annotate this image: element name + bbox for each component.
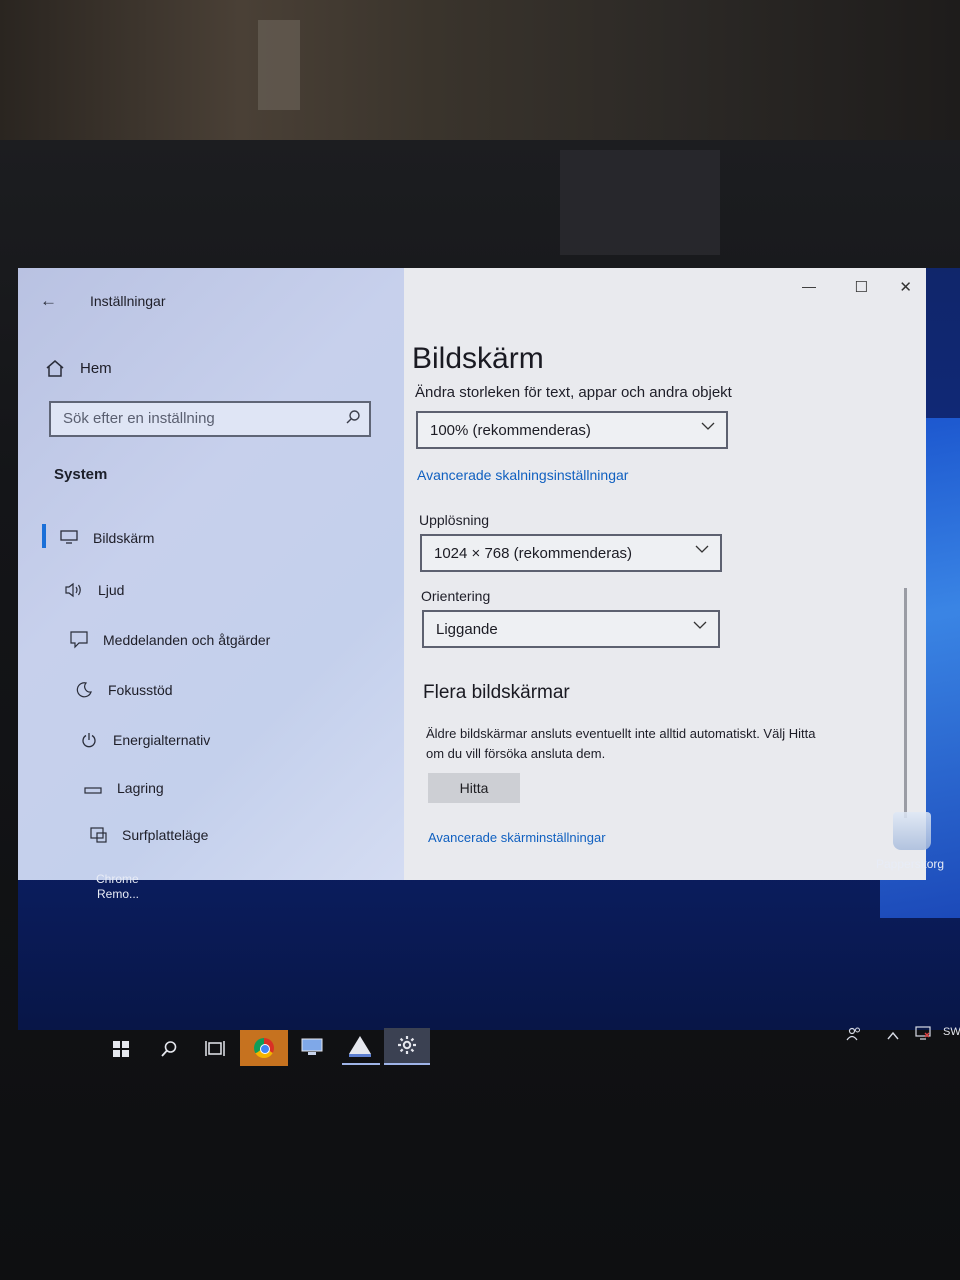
recycle-bin-icon[interactable] [893,812,931,850]
page-title: Bildskärm [412,342,544,375]
chevron-down-icon [700,418,716,439]
background-room [0,0,960,150]
settings-window: ← Inställningar Hem Sök efter en inställ… [18,268,926,880]
app-triangle-icon[interactable] [347,1034,373,1063]
desktop-shortcut-label[interactable]: Remo... [97,887,139,901]
chevron-up-icon[interactable] [886,1026,900,1047]
back-arrow-icon[interactable]: ← [40,292,57,309]
active-indicator [342,1063,380,1065]
chevron-down-icon [692,617,708,638]
screen-glare [560,150,720,255]
desktop-shortcut-label[interactable]: Chrome [96,872,139,886]
power-icon [81,732,97,752]
home-icon [46,360,64,381]
find-button-label: Hitta [459,780,489,796]
background-object [258,20,300,110]
monitor-icon [60,530,78,548]
moon-icon [76,682,92,702]
sidebar-item-label: Lagring [117,780,164,796]
multi-display-text: Äldre bildskärmar ansluts eventuellt int… [426,726,816,741]
message-icon [70,631,88,653]
multi-display-text: om du vill försöka ansluta dem. [426,746,606,761]
orientation-value: Liggande [436,621,498,638]
resolution-value: 1024 × 768 (rekommenderas) [434,545,633,562]
sidebar-item-label: Fokusstöd [108,682,173,698]
sidebar: ← Inställningar Hem Sök efter en inställ… [18,268,404,880]
speaker-icon [64,582,84,600]
sidebar-item-label: Bildskärm [93,530,155,546]
advanced-display-link[interactable]: Avancerade skärminställningar [428,830,606,845]
find-button[interactable]: Hitta [428,773,520,803]
search-input[interactable]: Sök efter en inställning [49,401,371,437]
tablet-icon [90,827,108,847]
maximize-button[interactable]: ☐ [855,278,868,296]
main-content: — ☐ ✕ Bildskärm Ändra storleken för text… [404,268,926,880]
resolution-dropdown[interactable]: 1024 × 768 (rekommenderas) [420,534,722,572]
section-title: System [54,466,108,483]
scale-label: Ändra storleken för text, appar och andr… [415,384,732,401]
task-view-icon[interactable] [205,1040,225,1063]
language-indicator[interactable]: SW [943,1026,960,1038]
home-link[interactable]: Hem [80,360,112,377]
sidebar-item-label: Surfplatteläge [122,827,209,843]
minimize-button[interactable]: — [802,278,816,294]
remote-desktop-icon[interactable] [300,1036,324,1063]
chrome-icon [254,1038,274,1058]
settings-taskbar-button[interactable] [384,1028,430,1064]
resolution-label: Upplösning [419,512,490,528]
start-icon[interactable] [112,1040,130,1063]
search-icon[interactable] [345,409,361,428]
sidebar-item-label: Meddelanden och åtgärder [103,632,271,648]
scale-value: 100% (rekommenderas) [430,422,591,439]
storage-icon [84,783,102,799]
multi-display-heading: Flera bildskärmar [423,682,570,703]
close-button[interactable]: ✕ [899,278,912,296]
scrollbar[interactable] [904,588,907,818]
people-icon[interactable] [846,1026,862,1047]
sidebar-item-label: Ljud [98,582,125,598]
sidebar-item-label: Energialternativ [113,732,211,748]
search-icon[interactable] [160,1040,178,1063]
gear-icon [397,1035,417,1060]
selected-indicator [42,524,46,548]
network-icon[interactable] [914,1025,932,1046]
advanced-scaling-link[interactable]: Avancerade skalningsinställningar [417,467,628,483]
recycle-bin-label[interactable]: Papperskorg [876,857,944,871]
active-indicator [384,1063,430,1065]
chevron-down-icon [694,541,710,562]
window-title: Inställningar [90,293,166,309]
scale-dropdown[interactable]: 100% (rekommenderas) [416,411,728,449]
chrome-taskbar-button[interactable] [240,1030,288,1066]
orientation-label: Orientering [421,588,491,604]
orientation-dropdown[interactable]: Liggande [422,610,720,648]
search-placeholder: Sök efter en inställning [63,410,215,427]
